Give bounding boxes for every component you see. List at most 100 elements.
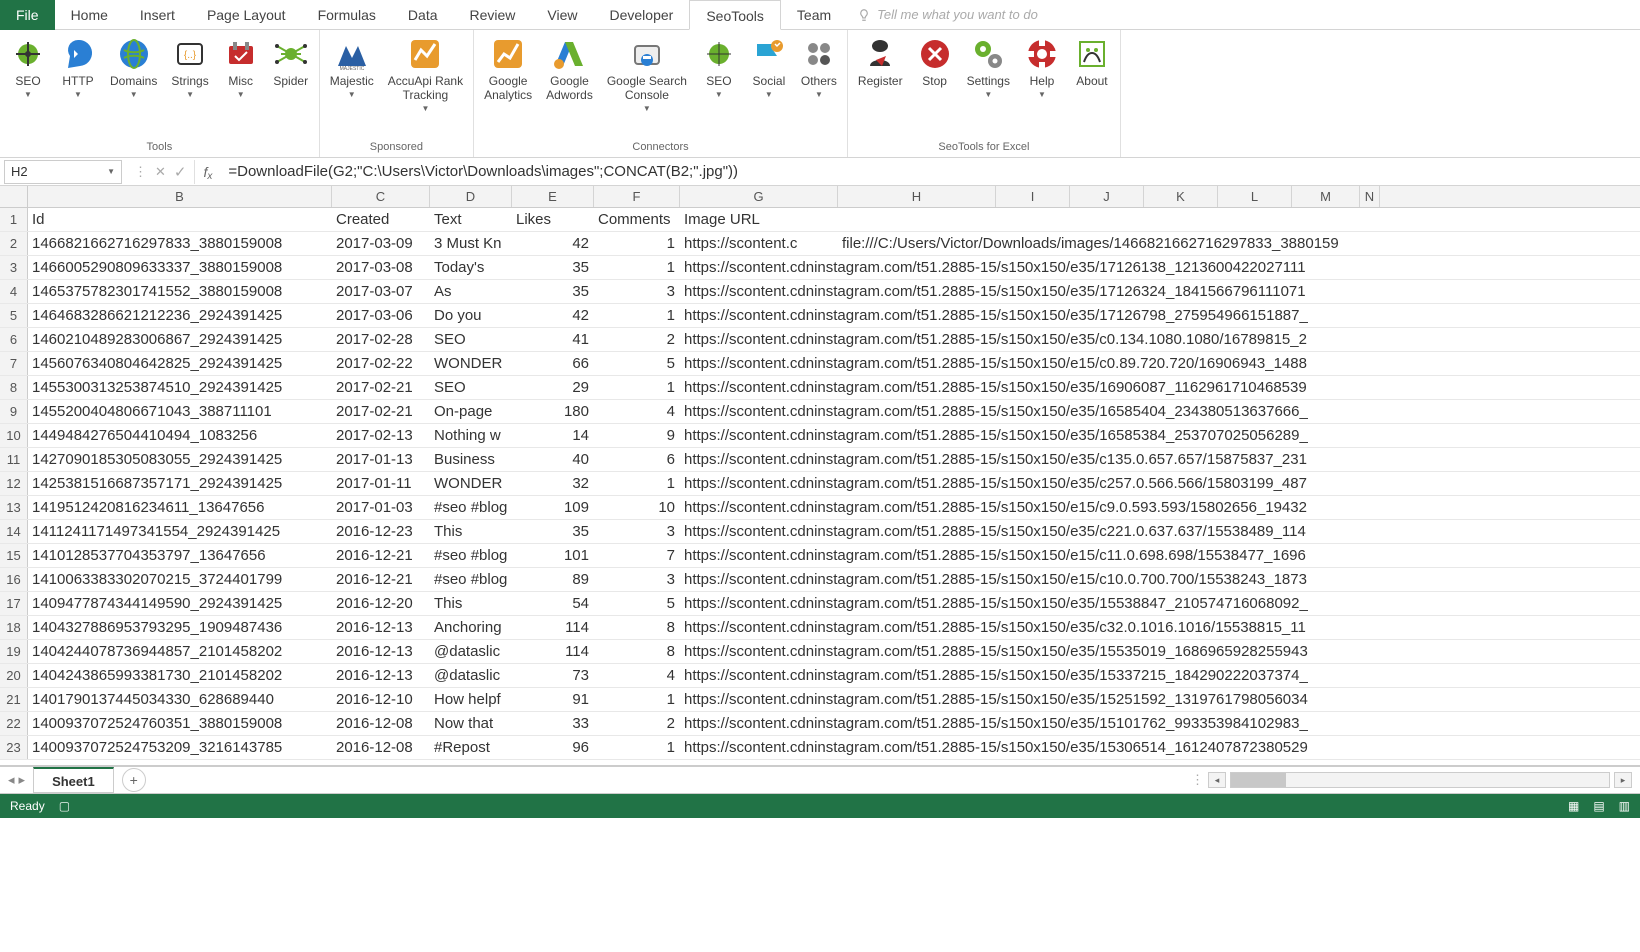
ribbon-register-button[interactable]: Register	[852, 34, 909, 139]
cell-F18[interactable]: 8	[594, 616, 680, 639]
cell-C2[interactable]: 2017-03-09	[332, 232, 430, 255]
row-header-3[interactable]: 3	[0, 256, 28, 279]
cell-B22[interactable]: 1400937072524760351_3880159008	[28, 712, 332, 735]
sheet-next-icon[interactable]: ▸	[19, 772, 26, 788]
row-header-23[interactable]: 23	[0, 736, 28, 759]
cell-E6[interactable]: 41	[512, 328, 594, 351]
cell-N13[interactable]	[1360, 496, 1380, 519]
cell-E12[interactable]: 32	[512, 472, 594, 495]
cell-E8[interactable]: 29	[512, 376, 594, 399]
cell-G9[interactable]: https://scontent.cdninstagram.com/t51.28…	[680, 400, 838, 423]
cell-N7[interactable]	[1360, 352, 1380, 375]
cell-F1[interactable]: Comments	[594, 208, 680, 231]
menu-tab-page-layout[interactable]: Page Layout	[191, 0, 302, 30]
spreadsheet-grid[interactable]: BCDEFGHIJKLMN 1IdCreatedTextLikesComment…	[0, 186, 1640, 766]
cell-C16[interactable]: 2016-12-21	[332, 568, 430, 591]
sheet-tab-sheet1[interactable]: Sheet1	[33, 767, 114, 793]
cell-N22[interactable]	[1360, 712, 1380, 735]
cell-N20[interactable]	[1360, 664, 1380, 687]
status-macro-icon[interactable]: ▢	[59, 799, 70, 813]
cell-N9[interactable]	[1360, 400, 1380, 423]
cell-C1[interactable]: Created	[332, 208, 430, 231]
cell-C19[interactable]: 2016-12-13	[332, 640, 430, 663]
cell-D7[interactable]: WONDER	[430, 352, 512, 375]
cell-C8[interactable]: 2017-02-21	[332, 376, 430, 399]
cell-G10[interactable]: https://scontent.cdninstagram.com/t51.28…	[680, 424, 838, 447]
cell-F13[interactable]: 10	[594, 496, 680, 519]
new-sheet-button[interactable]: +	[122, 768, 146, 792]
cell-C4[interactable]: 2017-03-07	[332, 280, 430, 303]
cell-B4[interactable]: 1465375782301741552_3880159008	[28, 280, 332, 303]
menu-tab-data[interactable]: Data	[392, 0, 454, 30]
row-header-17[interactable]: 17	[0, 592, 28, 615]
cell-D11[interactable]: Business	[430, 448, 512, 471]
cell-G12[interactable]: https://scontent.cdninstagram.com/t51.28…	[680, 472, 838, 495]
row-header-10[interactable]: 10	[0, 424, 28, 447]
cell-G5[interactable]: https://scontent.cdninstagram.com/t51.28…	[680, 304, 838, 327]
column-header-H[interactable]: H	[838, 186, 996, 207]
column-header-G[interactable]: G	[680, 186, 838, 207]
tell-me-input[interactable]: Tell me what you want to do	[857, 7, 1038, 22]
cell-C9[interactable]: 2017-02-21	[332, 400, 430, 423]
column-header-B[interactable]: B	[28, 186, 332, 207]
ribbon-seo-button[interactable]: SEO▼	[4, 34, 52, 139]
cell-C20[interactable]: 2016-12-13	[332, 664, 430, 687]
cell-J1[interactable]	[1070, 208, 1144, 231]
cell-G3[interactable]: https://scontent.cdninstagram.com/t51.28…	[680, 256, 838, 279]
cell-B18[interactable]: 1404327886953793295_1909487436	[28, 616, 332, 639]
cell-E5[interactable]: 42	[512, 304, 594, 327]
row-header-11[interactable]: 11	[0, 448, 28, 471]
cell-G18[interactable]: https://scontent.cdninstagram.com/t51.28…	[680, 616, 838, 639]
name-box[interactable]: H2 ▼	[4, 160, 122, 184]
cell-C10[interactable]: 2017-02-13	[332, 424, 430, 447]
cell-N8[interactable]	[1360, 376, 1380, 399]
scroll-split-icon[interactable]: ⋮	[1191, 772, 1204, 788]
fx-label[interactable]: fx	[195, 164, 220, 180]
cell-N23[interactable]	[1360, 736, 1380, 759]
cell-D23[interactable]: #Repost	[430, 736, 512, 759]
cell-F14[interactable]: 3	[594, 520, 680, 543]
cell-C15[interactable]: 2016-12-21	[332, 544, 430, 567]
cell-F21[interactable]: 1	[594, 688, 680, 711]
cell-B6[interactable]: 1460210489283006867_2924391425	[28, 328, 332, 351]
cell-G20[interactable]: https://scontent.cdninstagram.com/t51.28…	[680, 664, 838, 687]
ribbon-http-button[interactable]: HTTP▼	[54, 34, 102, 139]
ribbon-help-button[interactable]: Help▼	[1018, 34, 1066, 139]
cell-D2[interactable]: 3 Must Kn	[430, 232, 512, 255]
cell-G11[interactable]: https://scontent.cdninstagram.com/t51.28…	[680, 448, 838, 471]
cell-C6[interactable]: 2017-02-28	[332, 328, 430, 351]
cell-N12[interactable]	[1360, 472, 1380, 495]
cell-G7[interactable]: https://scontent.cdninstagram.com/t51.28…	[680, 352, 838, 375]
menu-tab-home[interactable]: Home	[55, 0, 124, 30]
cell-B5[interactable]: 1464683286621212236_2924391425	[28, 304, 332, 327]
ribbon-gadwords-button[interactable]: GoogleAdwords	[540, 34, 599, 139]
cell-D10[interactable]: Nothing w	[430, 424, 512, 447]
cell-F7[interactable]: 5	[594, 352, 680, 375]
cell-H1[interactable]	[838, 208, 996, 231]
cell-E14[interactable]: 35	[512, 520, 594, 543]
row-header-18[interactable]: 18	[0, 616, 28, 639]
row-header-5[interactable]: 5	[0, 304, 28, 327]
cell-G4[interactable]: https://scontent.cdninstagram.com/t51.28…	[680, 280, 838, 303]
cell-G13[interactable]: https://scontent.cdninstagram.com/t51.28…	[680, 496, 838, 519]
menu-tab-review[interactable]: Review	[454, 0, 532, 30]
cell-D19[interactable]: @dataslic	[430, 640, 512, 663]
menu-tab-view[interactable]: View	[531, 0, 593, 30]
menu-tab-file[interactable]: File	[0, 0, 55, 30]
cell-D22[interactable]: Now that	[430, 712, 512, 735]
cell-C3[interactable]: 2017-03-08	[332, 256, 430, 279]
row-header-21[interactable]: 21	[0, 688, 28, 711]
cell-D6[interactable]: SEO	[430, 328, 512, 351]
cell-D4[interactable]: As	[430, 280, 512, 303]
cell-E20[interactable]: 73	[512, 664, 594, 687]
cell-D3[interactable]: Today's	[430, 256, 512, 279]
column-header-E[interactable]: E	[512, 186, 594, 207]
cell-B12[interactable]: 1425381516687357171_2924391425	[28, 472, 332, 495]
scroll-left-button[interactable]: ◂	[1208, 772, 1226, 788]
formula-menu-icon[interactable]: ⋮	[134, 164, 147, 180]
cell-N3[interactable]	[1360, 256, 1380, 279]
cell-E21[interactable]: 91	[512, 688, 594, 711]
cell-F2[interactable]: 1	[594, 232, 680, 255]
cell-D14[interactable]: This	[430, 520, 512, 543]
ribbon-spider-button[interactable]: Spider	[267, 34, 315, 139]
